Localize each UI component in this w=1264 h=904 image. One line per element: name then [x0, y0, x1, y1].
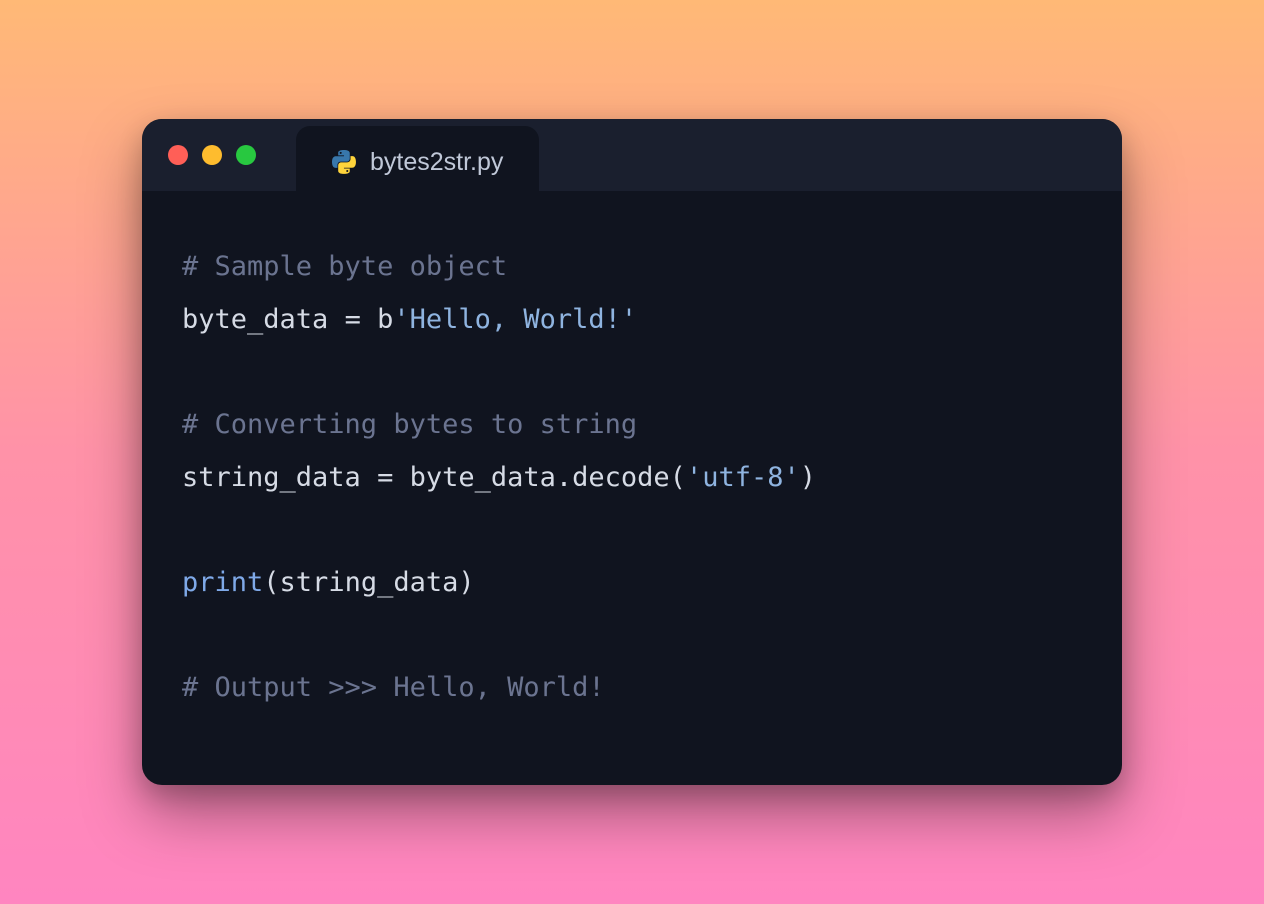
code-variable: byte_data	[182, 304, 345, 335]
code-window: bytes2str.py # Sample byte object byte_d…	[142, 119, 1122, 785]
code-punct: )	[458, 567, 474, 598]
traffic-lights	[168, 145, 256, 165]
code-bytes-prefix: b	[377, 304, 393, 335]
code-string: 'utf-8'	[686, 462, 800, 493]
close-icon[interactable]	[168, 145, 188, 165]
titlebar: bytes2str.py	[142, 119, 1122, 191]
code-operator: =	[377, 462, 410, 493]
minimize-icon[interactable]	[202, 145, 222, 165]
tab-filename: bytes2str.py	[370, 148, 503, 177]
code-builtin: print	[182, 567, 263, 598]
maximize-icon[interactable]	[236, 145, 256, 165]
code-area[interactable]: # Sample byte object byte_data = b'Hello…	[142, 191, 1122, 785]
code-string: 'Hello, World!'	[393, 304, 637, 335]
tab-file[interactable]: bytes2str.py	[296, 126, 539, 198]
code-variable: string_data	[182, 462, 377, 493]
code-comment: # Output >>> Hello, World!	[182, 672, 605, 703]
code-punct: (	[263, 567, 279, 598]
python-icon	[332, 150, 356, 174]
code-variable: string_data	[280, 567, 459, 598]
code-comment: # Converting bytes to string	[182, 409, 637, 440]
code-operator: =	[345, 304, 378, 335]
code-punct: )	[800, 462, 816, 493]
code-comment: # Sample byte object	[182, 251, 507, 282]
code-expression: byte_data.decode(	[410, 462, 686, 493]
